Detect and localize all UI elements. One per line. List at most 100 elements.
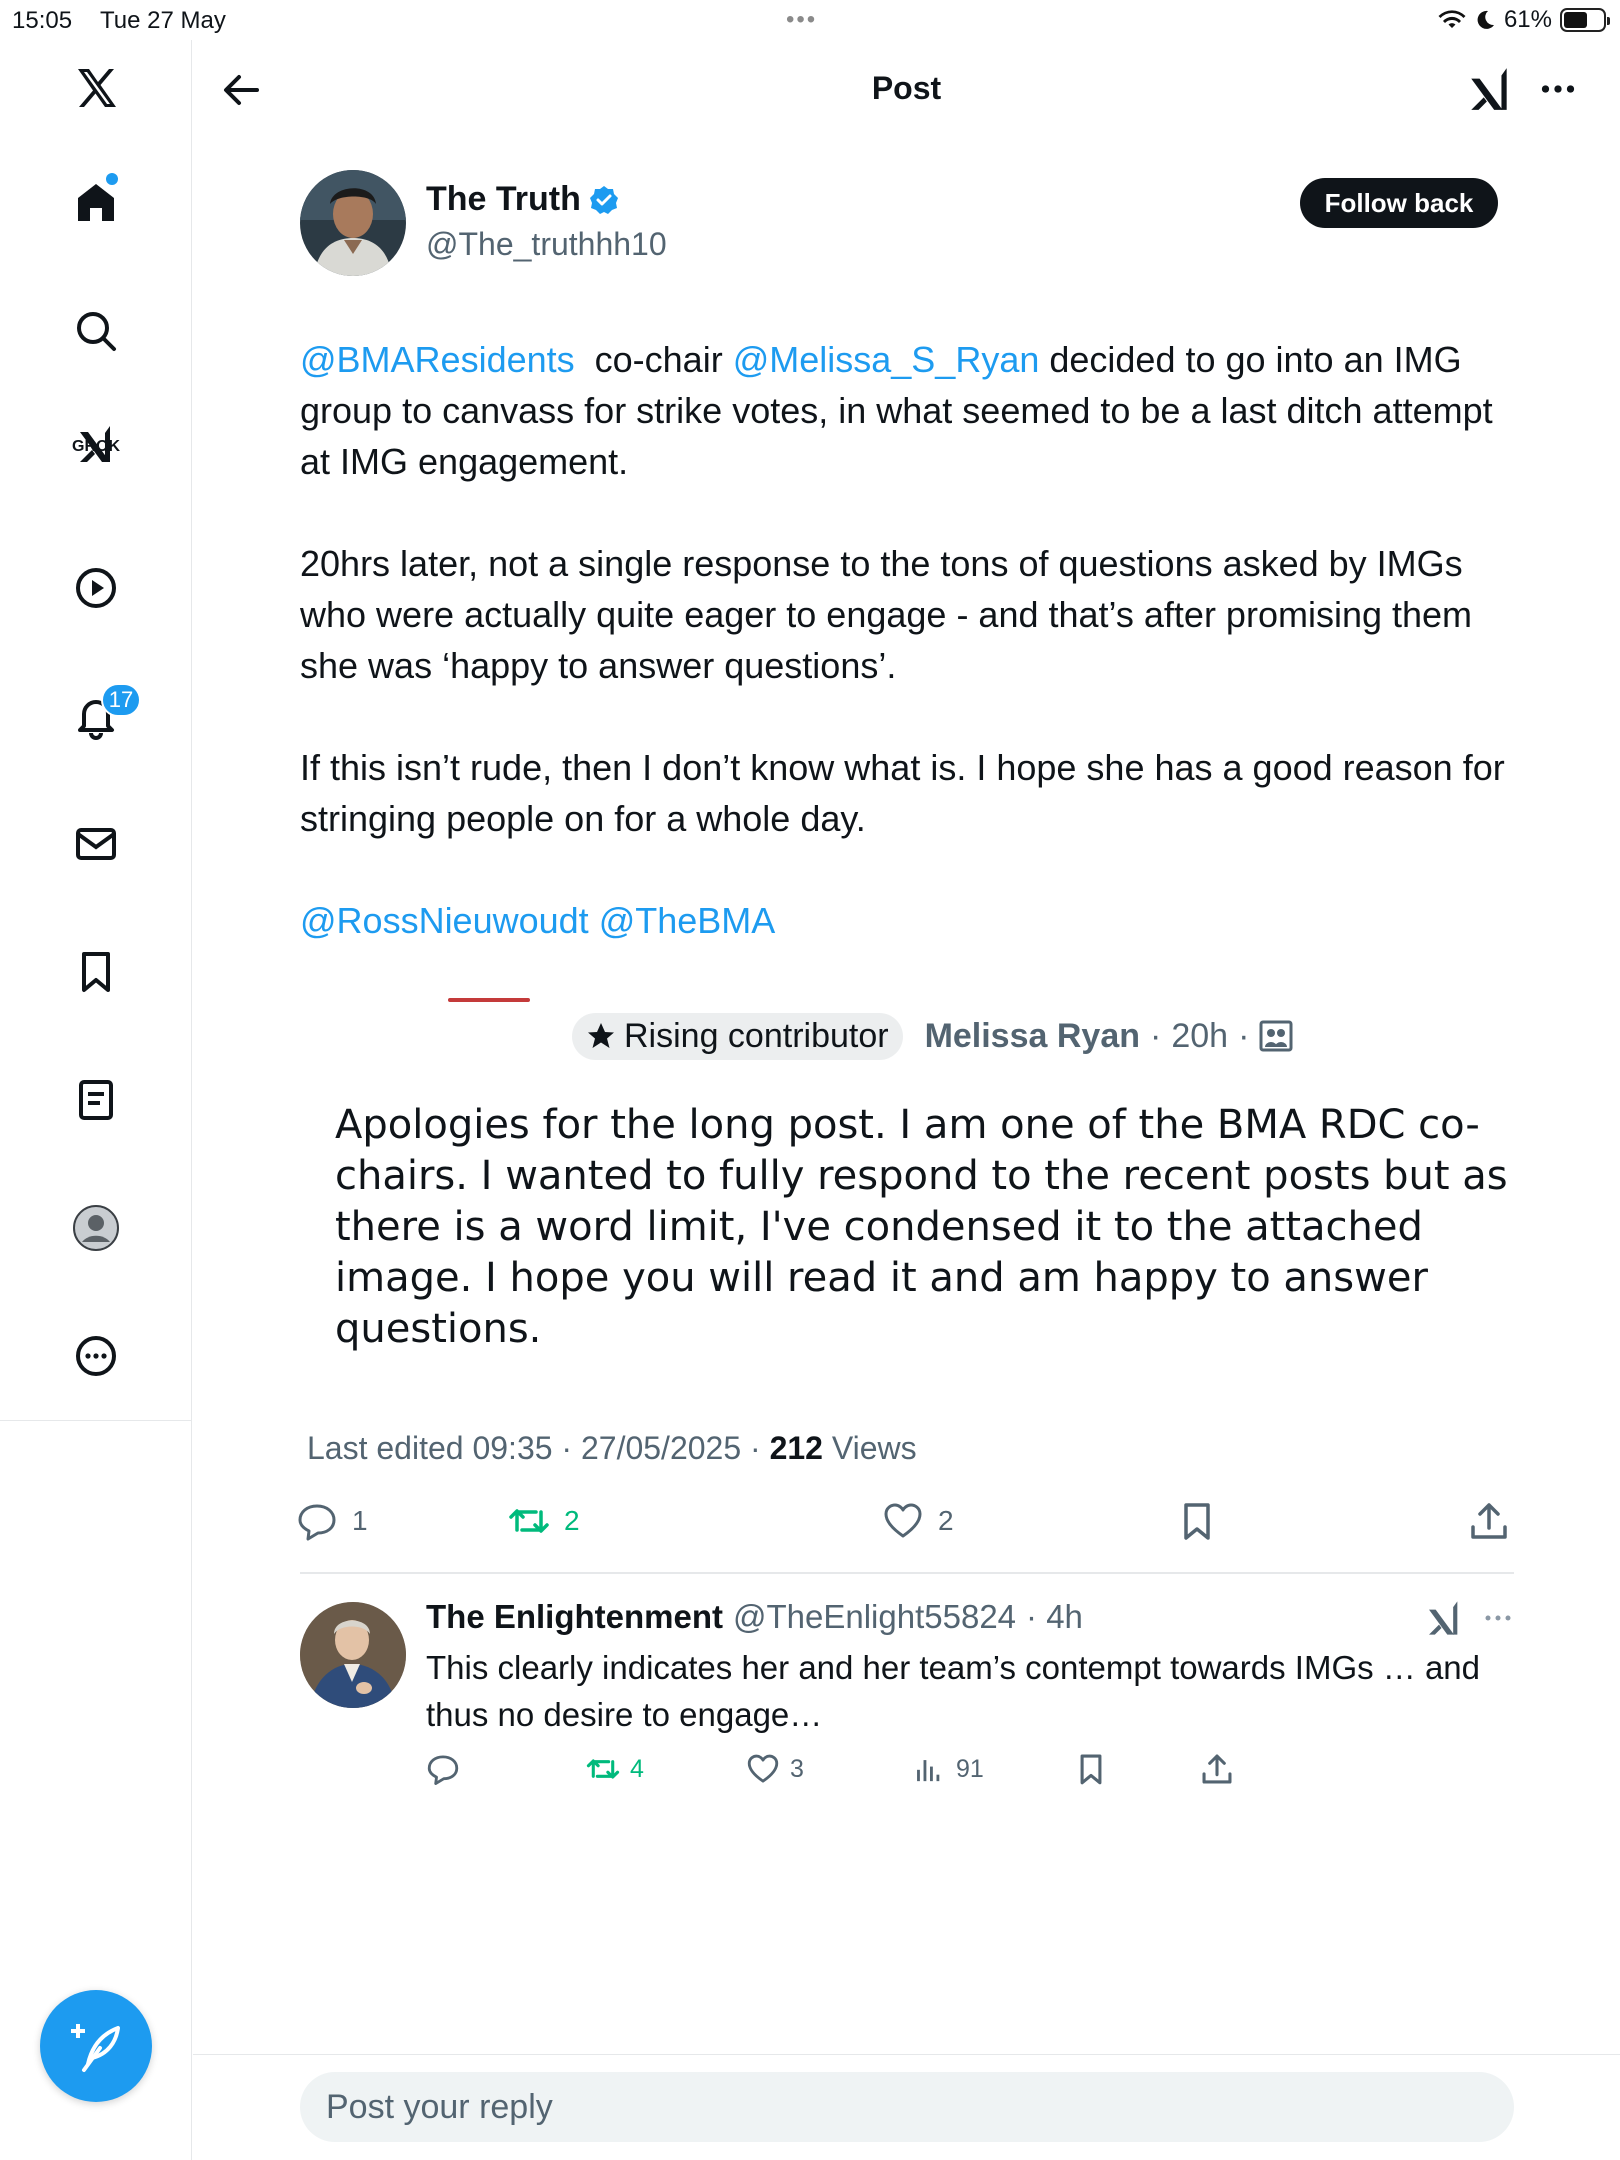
like-count: 2 — [938, 1505, 954, 1536]
reply-views-count: 91 — [956, 1754, 984, 1783]
reply-input[interactable] — [300, 2072, 1514, 2142]
quoted-post-text: Apologies for the long post. I am one of… — [335, 1102, 1508, 1352]
community-icon — [1259, 1020, 1293, 1052]
profile-avatar-icon — [73, 1205, 119, 1251]
sidebar-item-search[interactable] — [60, 295, 132, 367]
post-metadata: Last edited 09:35 · 27/05/2025 · 212 Vie… — [307, 1430, 917, 1467]
reply-time: · 4h — [1026, 1598, 1083, 1635]
actions-divider — [300, 1572, 1514, 1574]
reply-share-button[interactable] — [1200, 1752, 1234, 1786]
grok-label: GROK — [72, 438, 120, 455]
status-indicators: 61% — [1438, 6, 1610, 34]
analytics-icon — [917, 1760, 940, 1782]
reply-actions: 4 3 91 — [426, 1752, 1246, 1796]
like-button[interactable]: 2 — [882, 1500, 954, 1542]
sidebar-item-more[interactable] — [60, 1320, 132, 1392]
mention-link[interactable]: @TheBMA — [599, 900, 776, 941]
post-paragraph-1: @BMAResidents co-chair @Melissa_S_Ryan d… — [300, 334, 1520, 487]
reply-text: This clearly indicates her and her team’… — [426, 1649, 1481, 1733]
post-paragraph-2: 20hrs later, not a single response to th… — [300, 543, 1473, 686]
compose-feather-icon — [71, 2024, 120, 2072]
reply-views-button[interactable]: 91 — [912, 1752, 984, 1786]
sidebar-item-messages[interactable] — [60, 808, 132, 880]
sidebar-divider — [0, 1420, 192, 1421]
quoted-author-name[interactable]: Melissa Ryan — [925, 1017, 1140, 1056]
post-paragraph-4: @RossNieuwoudt @TheBMA — [300, 895, 1520, 946]
reply-author-avatar[interactable] — [300, 1602, 406, 1708]
sidebar-item-video[interactable] — [60, 552, 132, 624]
heart-icon — [747, 1754, 779, 1783]
post-text: @BMAResidents co-chair @Melissa_S_Ryan d… — [300, 334, 1520, 997]
mention-link[interactable]: @Melissa_S_Ryan — [733, 339, 1040, 380]
star-icon — [588, 1023, 614, 1048]
views-count: 212 — [769, 1430, 823, 1466]
bookmark-icon — [82, 952, 110, 992]
reply-author-handle[interactable]: @TheEnlight55824 — [733, 1598, 1016, 1636]
reply-like-button[interactable]: 3 — [746, 1752, 804, 1786]
repost-icon — [509, 1509, 549, 1533]
reply-bookmark-button[interactable] — [1074, 1752, 1108, 1786]
author-handle[interactable]: @The_truthhh10 — [426, 226, 667, 263]
repost-button[interactable]: 2 — [508, 1500, 580, 1542]
reply-reply-button[interactable] — [426, 1752, 460, 1786]
mention-link[interactable]: @RossNieuwoudt — [300, 900, 589, 941]
author-name[interactable]: The Truth — [426, 180, 581, 219]
share-button[interactable] — [1468, 1500, 1510, 1542]
post-paragraph-3: If this isn’t rude, then I don’t know wh… — [300, 747, 1505, 839]
reply-like-count: 3 — [790, 1754, 804, 1783]
follow-back-button[interactable]: Follow back — [1300, 178, 1498, 228]
repost-count: 2 — [564, 1505, 580, 1536]
battery-fill — [1564, 12, 1588, 28]
heart-icon — [884, 1503, 922, 1538]
reply-count: 1 — [352, 1505, 368, 1536]
sidebar-item-lists[interactable] — [60, 1064, 132, 1136]
more-circle-icon — [76, 1336, 116, 1376]
post-header: Post — [193, 40, 1620, 140]
list-icon — [79, 1080, 113, 1120]
status-time: 15:05 — [12, 7, 73, 34]
compose-post-button[interactable] — [40, 1990, 152, 2102]
play-icon — [76, 568, 116, 608]
composer-divider — [193, 2054, 1620, 2055]
badge-label: Rising contributor — [624, 1016, 889, 1055]
sidebar-item-profile[interactable] — [60, 1192, 132, 1264]
share-icon — [1471, 1503, 1507, 1539]
grok-icon[interactable] — [1424, 1598, 1464, 1638]
more-options-icon[interactable] — [1533, 64, 1583, 114]
reply-icon — [427, 1755, 459, 1785]
more-options-icon[interactable] — [1478, 1598, 1518, 1638]
reply-repost-button[interactable]: 4 — [586, 1752, 644, 1786]
reply-icon — [298, 1504, 336, 1541]
status-date: Tue 27 May — [100, 7, 226, 34]
last-edited[interactable]: Last edited 09:35 · 27/05/2025 — [307, 1430, 741, 1466]
reply-header: The Enlightenment @TheEnlight55824 · 4h — [426, 1598, 1083, 1636]
bookmark-button[interactable] — [1176, 1500, 1218, 1542]
meta-separator: · — [741, 1430, 770, 1466]
reply-button[interactable]: 1 — [296, 1500, 368, 1542]
views-label: Views — [822, 1430, 917, 1466]
quoted-time: 20h — [1171, 1016, 1229, 1055]
verified-badge-icon — [589, 185, 618, 214]
author-name-row[interactable]: The Truth — [426, 180, 619, 219]
sidebar-item-home[interactable] — [60, 166, 132, 238]
repost-icon — [586, 1759, 620, 1779]
sidebar-item-bookmarks[interactable] — [60, 936, 132, 1008]
home-icon — [78, 184, 114, 221]
bookmark-icon — [1184, 1503, 1210, 1540]
grok-icon[interactable] — [1465, 64, 1515, 114]
post-text-segment: co-chair — [574, 339, 733, 380]
multitasking-dots-icon[interactable]: ••• — [786, 6, 817, 34]
battery-tip — [1607, 17, 1610, 25]
x-logo-icon[interactable] — [60, 52, 132, 124]
reply-author-name[interactable]: The Enlightenment — [426, 1598, 723, 1636]
moon-icon — [1477, 10, 1494, 29]
author-avatar[interactable] — [300, 170, 406, 276]
search-icon — [77, 312, 116, 351]
mention-link[interactable]: @BMAResidents — [300, 339, 575, 380]
rising-contributor-badge: Rising contributor — [572, 1012, 903, 1060]
page-title: Post — [871, 70, 942, 106]
meta-separator: · — [1150, 1016, 1162, 1055]
status-bar: 15:05 Tue 27 May ••• 61% — [0, 0, 1620, 40]
wifi-icon — [1438, 10, 1466, 28]
quoted-post-meta: Rising contributor Melissa Ryan · 20h · — [572, 1010, 1293, 1062]
